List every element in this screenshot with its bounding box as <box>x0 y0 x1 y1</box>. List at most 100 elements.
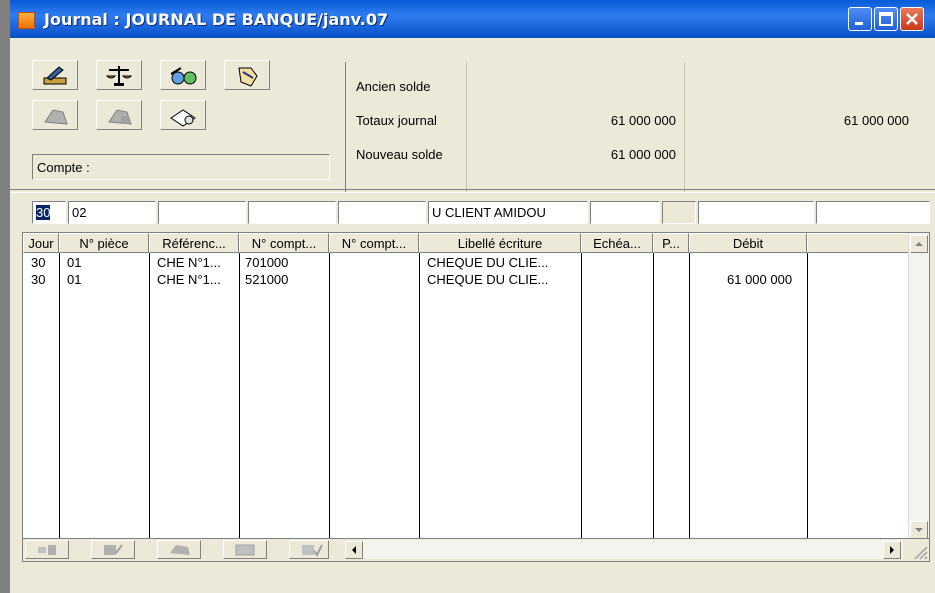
row-reference: CHE N°1... <box>157 272 221 287</box>
column-divider <box>581 253 582 561</box>
calc-row-button[interactable] <box>157 540 201 559</box>
row-reference: CHE N°1... <box>157 255 221 270</box>
journal-window: Journal : JOURNAL DE BANQUE/janv.07 Comp… <box>0 0 935 593</box>
compte-field: Compte : <box>32 154 330 180</box>
hand-pointer-icon <box>238 67 258 87</box>
scroll-right-button[interactable] <box>883 541 901 559</box>
entry-p-input[interactable] <box>662 201 696 224</box>
row-libelle: CHEQUE DU CLIE... <box>427 272 549 287</box>
tool-envelope-button[interactable] <box>160 100 206 130</box>
minimize-icon <box>855 22 863 25</box>
row-compte1: 701000 <box>245 255 289 270</box>
column-divider <box>653 253 654 561</box>
col-header-compte1[interactable]: N° compt... <box>239 233 329 253</box>
tool-calc-disabled-button[interactable] <box>96 100 142 130</box>
arrow-left-icon <box>352 546 356 554</box>
entry-piece-input[interactable]: 02 <box>68 201 156 224</box>
column-divider <box>807 253 808 561</box>
tool-edit-disabled-button[interactable] <box>32 100 78 130</box>
col-header-credit[interactable] <box>807 233 909 253</box>
summary-row-totaux: Totaux journal 61 000 000 61 000 000 <box>346 104 911 136</box>
col-header-echeance[interactable]: Echéa... <box>581 233 653 253</box>
grey-edit-icon <box>44 109 68 125</box>
horizontal-scrollbar[interactable] <box>363 540 903 559</box>
journal-grid: Jour N° pièce Référenc... N° compt... N°… <box>22 232 930 562</box>
entry-jour-input[interactable]: 30 <box>32 201 66 224</box>
separator <box>10 189 935 193</box>
validate-icon <box>302 544 323 557</box>
ancien-solde-label: Ancien solde <box>356 79 431 94</box>
column-divider <box>329 253 330 561</box>
summary-row-nouveau: Nouveau solde 61 000 000 <box>346 138 911 170</box>
entry-credit-input[interactable] <box>816 201 930 224</box>
entry-libelle-input[interactable]: U CLIENT AMIDOU <box>428 201 588 224</box>
summary-panel: Ancien solde Totaux journal 61 000 000 6… <box>345 62 911 192</box>
ruler-edit-icon <box>43 66 67 85</box>
col-header-p[interactable]: P... <box>653 233 689 253</box>
tool-glasses-button[interactable] <box>160 60 206 90</box>
row-jour: 30 <box>31 255 46 270</box>
tool-balance-button[interactable] <box>96 60 142 90</box>
entry-echeance-input[interactable] <box>590 201 660 224</box>
totaux-journal-debit: 61 000 000 <box>610 113 676 128</box>
col-header-debit[interactable]: Débit <box>689 233 807 253</box>
row-piece: 01 <box>67 255 82 270</box>
scroll-left-button[interactable] <box>345 541 363 559</box>
glasses-icon <box>170 67 197 85</box>
entry-compte2-input[interactable] <box>338 201 426 224</box>
summary-row-ancien: Ancien solde <box>346 70 911 102</box>
arrow-right-icon <box>890 546 894 554</box>
insert-row-button[interactable] <box>25 540 69 559</box>
tool-hand-button[interactable] <box>224 60 270 90</box>
card-row-button[interactable] <box>223 540 267 559</box>
envelope-icon <box>170 109 196 127</box>
column-divider <box>59 253 60 561</box>
close-icon <box>906 13 918 25</box>
row-compte1: 521000 <box>245 272 289 287</box>
arrow-up-icon <box>915 242 923 246</box>
row-piece: 01 <box>67 272 82 287</box>
grid-bottom-toolbar <box>23 538 929 561</box>
card-icon <box>235 544 255 556</box>
nouveau-solde-debit: 61 000 000 <box>610 147 676 162</box>
resize-grip-icon[interactable] <box>909 541 929 561</box>
maximize-button[interactable] <box>874 7 898 31</box>
edit-row-button[interactable] <box>91 540 135 559</box>
col-header-piece[interactable]: N° pièce <box>59 233 149 253</box>
calc-icon <box>170 545 190 555</box>
close-button[interactable] <box>900 7 924 31</box>
validate-row-button[interactable] <box>289 540 329 559</box>
col-header-reference[interactable]: Référenc... <box>149 233 239 253</box>
totaux-journal-credit: 61 000 000 <box>843 113 909 128</box>
row-libelle: CHEQUE DU CLIE... <box>427 255 549 270</box>
window-title: Journal : JOURNAL DE BANQUE/janv.07 <box>44 10 389 29</box>
entry-compte1-input[interactable] <box>248 201 336 224</box>
app-icon <box>18 12 35 29</box>
tool-ruler-button[interactable] <box>32 60 78 90</box>
col-header-libelle[interactable]: Libellé écriture <box>419 233 581 253</box>
col-header-jour[interactable]: Jour <box>23 233 59 253</box>
row-debit: 61 000 000 <box>727 272 793 287</box>
balance-scale-icon <box>105 66 133 86</box>
row-jour: 30 <box>31 272 46 287</box>
title-bar[interactable]: Journal : JOURNAL DE BANQUE/janv.07 <box>10 0 935 38</box>
column-divider <box>689 253 690 561</box>
column-divider <box>419 253 420 561</box>
insert-icon <box>38 545 56 555</box>
nouveau-solde-label: Nouveau solde <box>356 147 443 162</box>
compte-label: Compte : <box>37 160 90 175</box>
grey-calculator-icon <box>108 109 132 125</box>
maximize-icon <box>879 12 893 26</box>
minimize-button[interactable] <box>848 7 872 31</box>
column-divider <box>239 253 240 561</box>
entry-debit-input[interactable] <box>698 201 814 224</box>
edit-row-icon <box>104 544 123 555</box>
scroll-up-button[interactable] <box>910 235 928 253</box>
arrow-down-icon <box>915 528 923 532</box>
vertical-scrollbar[interactable] <box>908 233 929 541</box>
column-divider <box>149 253 150 561</box>
totaux-journal-label: Totaux journal <box>356 113 437 128</box>
scroll-down-button[interactable] <box>910 521 928 539</box>
col-header-compte2[interactable]: N° compt... <box>329 233 419 253</box>
entry-reference-input[interactable] <box>158 201 246 224</box>
